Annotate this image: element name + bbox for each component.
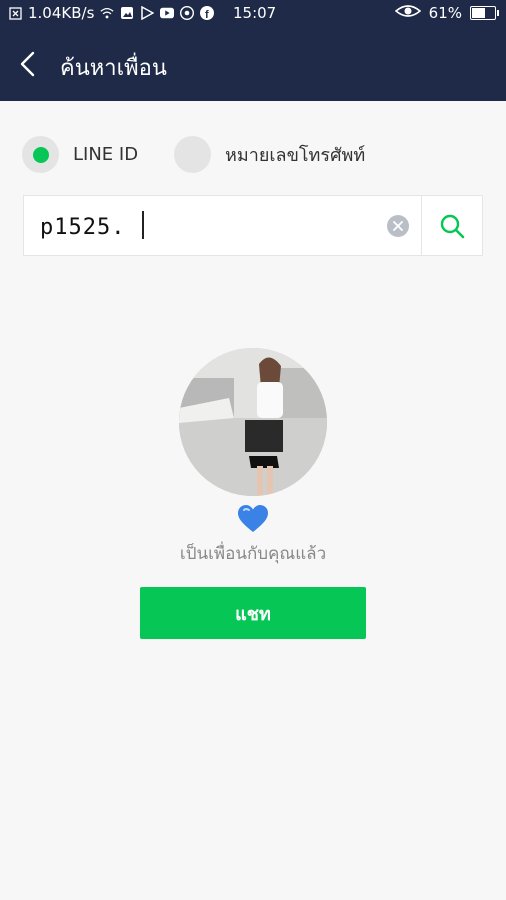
battery-icon — [470, 6, 499, 20]
app-header: ค้นหาเพื่อน — [0, 26, 506, 101]
clear-button[interactable] — [387, 215, 409, 237]
blue-heart-icon — [237, 504, 269, 534]
youtube-icon — [160, 6, 175, 20]
search-icon — [440, 214, 465, 238]
svg-text:f: f — [205, 9, 209, 20]
play-store-icon — [140, 6, 154, 20]
friend-status-text: เป็นเพื่อนกับคุณแล้ว — [179, 544, 327, 564]
eye-icon — [394, 4, 421, 22]
facebook-icon: f — [200, 6, 215, 20]
text-caret — [142, 211, 144, 239]
chevron-left-icon — [20, 51, 35, 77]
battery-percent: 61% — [428, 4, 462, 22]
radio-line-id[interactable]: LINE ID — [22, 136, 138, 173]
friend-avatar[interactable] — [179, 348, 327, 496]
radio-label-phone: หมายเลขโทรศัพท์ — [225, 145, 366, 166]
clear-icon — [393, 221, 403, 231]
search-button[interactable] — [422, 196, 482, 255]
status-right: 61% — [394, 4, 499, 22]
radio-unselected-indicator[interactable] — [174, 136, 211, 173]
radio-phone-number[interactable]: หมายเลขโทรศัพท์ — [174, 136, 365, 173]
back-button[interactable] — [14, 48, 44, 80]
chat-button[interactable]: แชท — [140, 587, 366, 639]
radio-label-line-id: LINE ID — [73, 144, 139, 165]
gallery-icon — [120, 6, 134, 20]
clock: 15:07 — [233, 4, 277, 22]
search-input[interactable] — [38, 210, 382, 244]
status-bar: 1.04KB/s f 15:07 61% — [0, 0, 506, 26]
status-left: 1.04KB/s f — [0, 4, 215, 22]
network-speed: 1.04KB/s — [28, 4, 95, 22]
page-title: ค้นหาเพื่อน — [60, 56, 167, 81]
chrome-icon — [180, 6, 195, 20]
search-box — [23, 195, 483, 256]
radio-selected-indicator[interactable] — [22, 136, 59, 173]
close-box-icon — [8, 6, 22, 20]
wifi-icon — [100, 6, 114, 20]
